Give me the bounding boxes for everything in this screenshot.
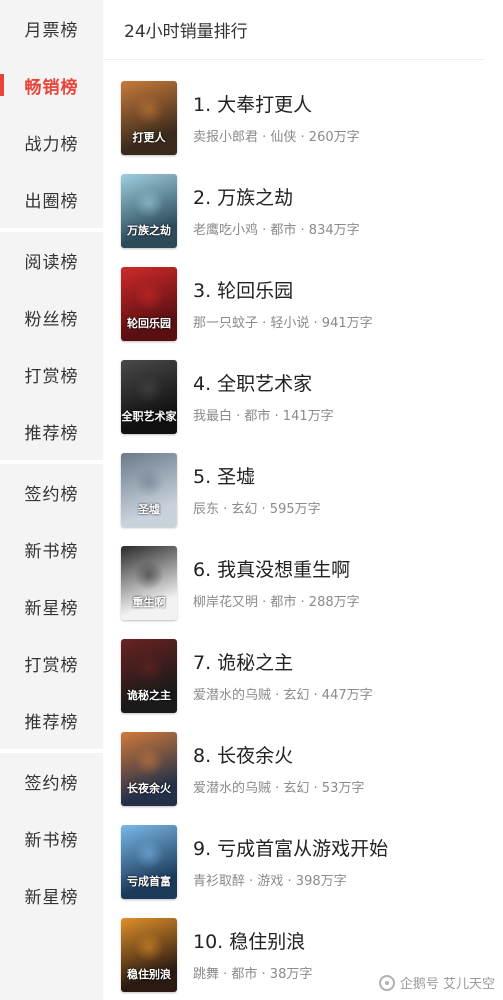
- cover-art: [134, 374, 164, 404]
- book-cover[interactable]: 诡秘之主: [121, 639, 177, 713]
- cover-art: [134, 932, 164, 962]
- sidebar-group: 阅读榜 粉丝榜 打赏榜 推荐榜: [0, 232, 103, 460]
- book-cover[interactable]: 重生啊: [121, 546, 177, 620]
- book-meta: 卖报小郎君 · 仙侠 · 260万字: [193, 129, 360, 145]
- cover-title: 万族之劫: [127, 224, 171, 237]
- sidebar-item[interactable]: 新星榜: [0, 867, 103, 924]
- cover-art: [134, 281, 164, 311]
- sidebar-item[interactable]: 月票榜: [0, 0, 103, 57]
- book-cover[interactable]: 稳住别浪: [121, 918, 177, 992]
- sidebar-group: 签约榜 新书榜 新星榜 打赏榜 推荐榜: [0, 464, 103, 749]
- sidebar-item[interactable]: 推荐榜: [0, 403, 103, 460]
- book-info: 4. 全职艺术家我最白 · 都市 · 141万字: [193, 371, 334, 424]
- book-info: 9. 亏成首富从游戏开始青衫取醉 · 游戏 · 398万字: [193, 836, 388, 889]
- page-title: 24小时销量排行: [103, 0, 483, 60]
- book-cover[interactable]: 圣墟: [121, 453, 177, 527]
- cover-art: [134, 188, 164, 218]
- book-row[interactable]: 亏成首富 9. 亏成首富从游戏开始青衫取醉 · 游戏 · 398万字: [121, 824, 491, 900]
- cover-art: [134, 653, 164, 683]
- cover-art: [134, 560, 164, 590]
- book-title[interactable]: 8. 长夜余火: [193, 743, 364, 769]
- book-row[interactable]: 重生啊 6. 我真没想重生啊柳岸花又明 · 都市 · 288万字: [121, 545, 491, 621]
- book-cover[interactable]: 万族之劫: [121, 174, 177, 248]
- cover-title: 全职艺术家: [121, 410, 177, 423]
- watermark-text: 企鹅号 艾儿天空: [399, 977, 495, 992]
- cover-title: 诡秘之主: [127, 689, 171, 702]
- sidebar-item[interactable]: 签约榜: [0, 464, 103, 521]
- book-meta: 辰东 · 玄幻 · 595万字: [193, 501, 321, 517]
- book-meta: 爱潜水的乌贼 · 玄幻 · 53万字: [193, 780, 365, 796]
- sidebar-item[interactable]: 打赏榜: [0, 635, 103, 692]
- book-title[interactable]: 4. 全职艺术家: [193, 371, 334, 397]
- book-cover[interactable]: 轮回乐园: [121, 267, 177, 341]
- book-title[interactable]: 6. 我真没想重生啊: [193, 557, 360, 583]
- sidebar-item[interactable]: 粉丝榜: [0, 289, 103, 346]
- book-cover[interactable]: 全职艺术家: [121, 360, 177, 434]
- cover-title: 稳住别浪: [127, 968, 171, 981]
- book-meta: 老鹰吃小鸡 · 都市 · 834万字: [193, 222, 360, 238]
- sidebar-item[interactable]: 推荐榜: [0, 692, 103, 749]
- book-info: 10. 稳住别浪跳舞 · 都市 · 38万字: [193, 929, 312, 982]
- sidebar-item[interactable]: 新书榜: [0, 810, 103, 867]
- book-meta: 爱潜水的乌贼 · 玄幻 · 447万字: [193, 687, 373, 703]
- book-info: 5. 圣墟辰东 · 玄幻 · 595万字: [193, 464, 321, 517]
- book-row[interactable]: 打更人 1. 大奉打更人卖报小郎君 · 仙侠 · 260万字: [121, 80, 491, 156]
- book-row[interactable]: 圣墟 5. 圣墟辰东 · 玄幻 · 595万字: [121, 452, 491, 528]
- book-row[interactable]: 长夜余火 8. 长夜余火爱潜水的乌贼 · 玄幻 · 53万字: [121, 731, 491, 807]
- book-info: 6. 我真没想重生啊柳岸花又明 · 都市 · 288万字: [193, 557, 360, 610]
- book-title[interactable]: 3. 轮回乐园: [193, 278, 373, 304]
- book-info: 8. 长夜余火爱潜水的乌贼 · 玄幻 · 53万字: [193, 743, 364, 796]
- book-meta: 跳舞 · 都市 · 38万字: [193, 966, 313, 982]
- book-meta: 青衫取醉 · 游戏 · 398万字: [193, 873, 347, 889]
- book-row[interactable]: 万族之劫 2. 万族之劫老鹰吃小鸡 · 都市 · 834万字: [121, 173, 491, 249]
- cover-title: 长夜余火: [127, 782, 171, 795]
- sidebar-item[interactable]: 出圈榜: [0, 171, 103, 228]
- cover-title: 打更人: [132, 131, 166, 144]
- sidebar-item[interactable]: 新星榜: [0, 578, 103, 635]
- book-row[interactable]: 诡秘之主 7. 诡秘之主爱潜水的乌贼 · 玄幻 · 447万字: [121, 638, 491, 714]
- cover-title: 轮回乐园: [127, 317, 171, 330]
- book-title[interactable]: 10. 稳住别浪: [193, 929, 312, 955]
- sidebar-item[interactable]: 畅销榜: [0, 57, 103, 114]
- book-meta: 我最白 · 都市 · 141万字: [193, 408, 334, 424]
- book-title[interactable]: 5. 圣墟: [193, 464, 321, 490]
- watermark: 企鹅号 艾儿天空: [378, 973, 495, 992]
- cover-art: [134, 95, 164, 125]
- penguin-icon: [378, 974, 395, 991]
- book-title[interactable]: 1. 大奉打更人: [193, 92, 360, 118]
- book-info: 1. 大奉打更人卖报小郎君 · 仙侠 · 260万字: [193, 92, 360, 145]
- sidebar-item[interactable]: 战力榜: [0, 114, 103, 171]
- book-cover[interactable]: 亏成首富: [121, 825, 177, 899]
- sidebar-item[interactable]: 签约榜: [0, 753, 103, 810]
- book-cover[interactable]: 长夜余火: [121, 732, 177, 806]
- book-info: 7. 诡秘之主爱潜水的乌贼 · 玄幻 · 447万字: [193, 650, 373, 703]
- cover-art: [134, 839, 164, 869]
- cover-title: 重生啊: [132, 596, 166, 609]
- sidebar-item[interactable]: 阅读榜: [0, 232, 103, 289]
- book-row[interactable]: 全职艺术家 4. 全职艺术家我最白 · 都市 · 141万字: [121, 359, 491, 435]
- book-meta: 柳岸花又明 · 都市 · 288万字: [193, 594, 360, 610]
- sidebar-group: 月票榜 畅销榜 战力榜 出圈榜: [0, 0, 103, 228]
- page-title-text: 24小时销量排行: [124, 22, 248, 42]
- cover-art: [134, 746, 164, 776]
- ranking-main: 24小时销量排行 打更人 1. 大奉打更人卖报小郎君 · 仙侠 · 260万字万族…: [103, 0, 503, 1000]
- book-meta: 那一只蚊子 · 轻小说 · 941万字: [193, 315, 373, 331]
- book-row[interactable]: 轮回乐园 3. 轮回乐园那一只蚊子 · 轻小说 · 941万字: [121, 266, 491, 342]
- sidebar-group: 签约榜 新书榜 新星榜: [0, 753, 103, 924]
- book-info: 3. 轮回乐园那一只蚊子 · 轻小说 · 941万字: [193, 278, 373, 331]
- ranking-sidebar: 月票榜 畅销榜 战力榜 出圈榜 阅读榜 粉丝榜 打赏榜 推荐榜 签约榜 新书榜 新星榜 打赏榜 推荐榜签…: [0, 0, 103, 1000]
- book-title[interactable]: 2. 万族之劫: [193, 185, 360, 211]
- cover-title: 圣墟: [138, 503, 160, 516]
- sidebar-item[interactable]: 打赏榜: [0, 346, 103, 403]
- book-title[interactable]: 9. 亏成首富从游戏开始: [193, 836, 388, 862]
- sidebar-item[interactable]: 新书榜: [0, 521, 103, 578]
- book-title[interactable]: 7. 诡秘之主: [193, 650, 373, 676]
- book-info: 2. 万族之劫老鹰吃小鸡 · 都市 · 834万字: [193, 185, 360, 238]
- book-cover[interactable]: 打更人: [121, 81, 177, 155]
- cover-title: 亏成首富: [127, 875, 171, 888]
- cover-art: [134, 467, 164, 497]
